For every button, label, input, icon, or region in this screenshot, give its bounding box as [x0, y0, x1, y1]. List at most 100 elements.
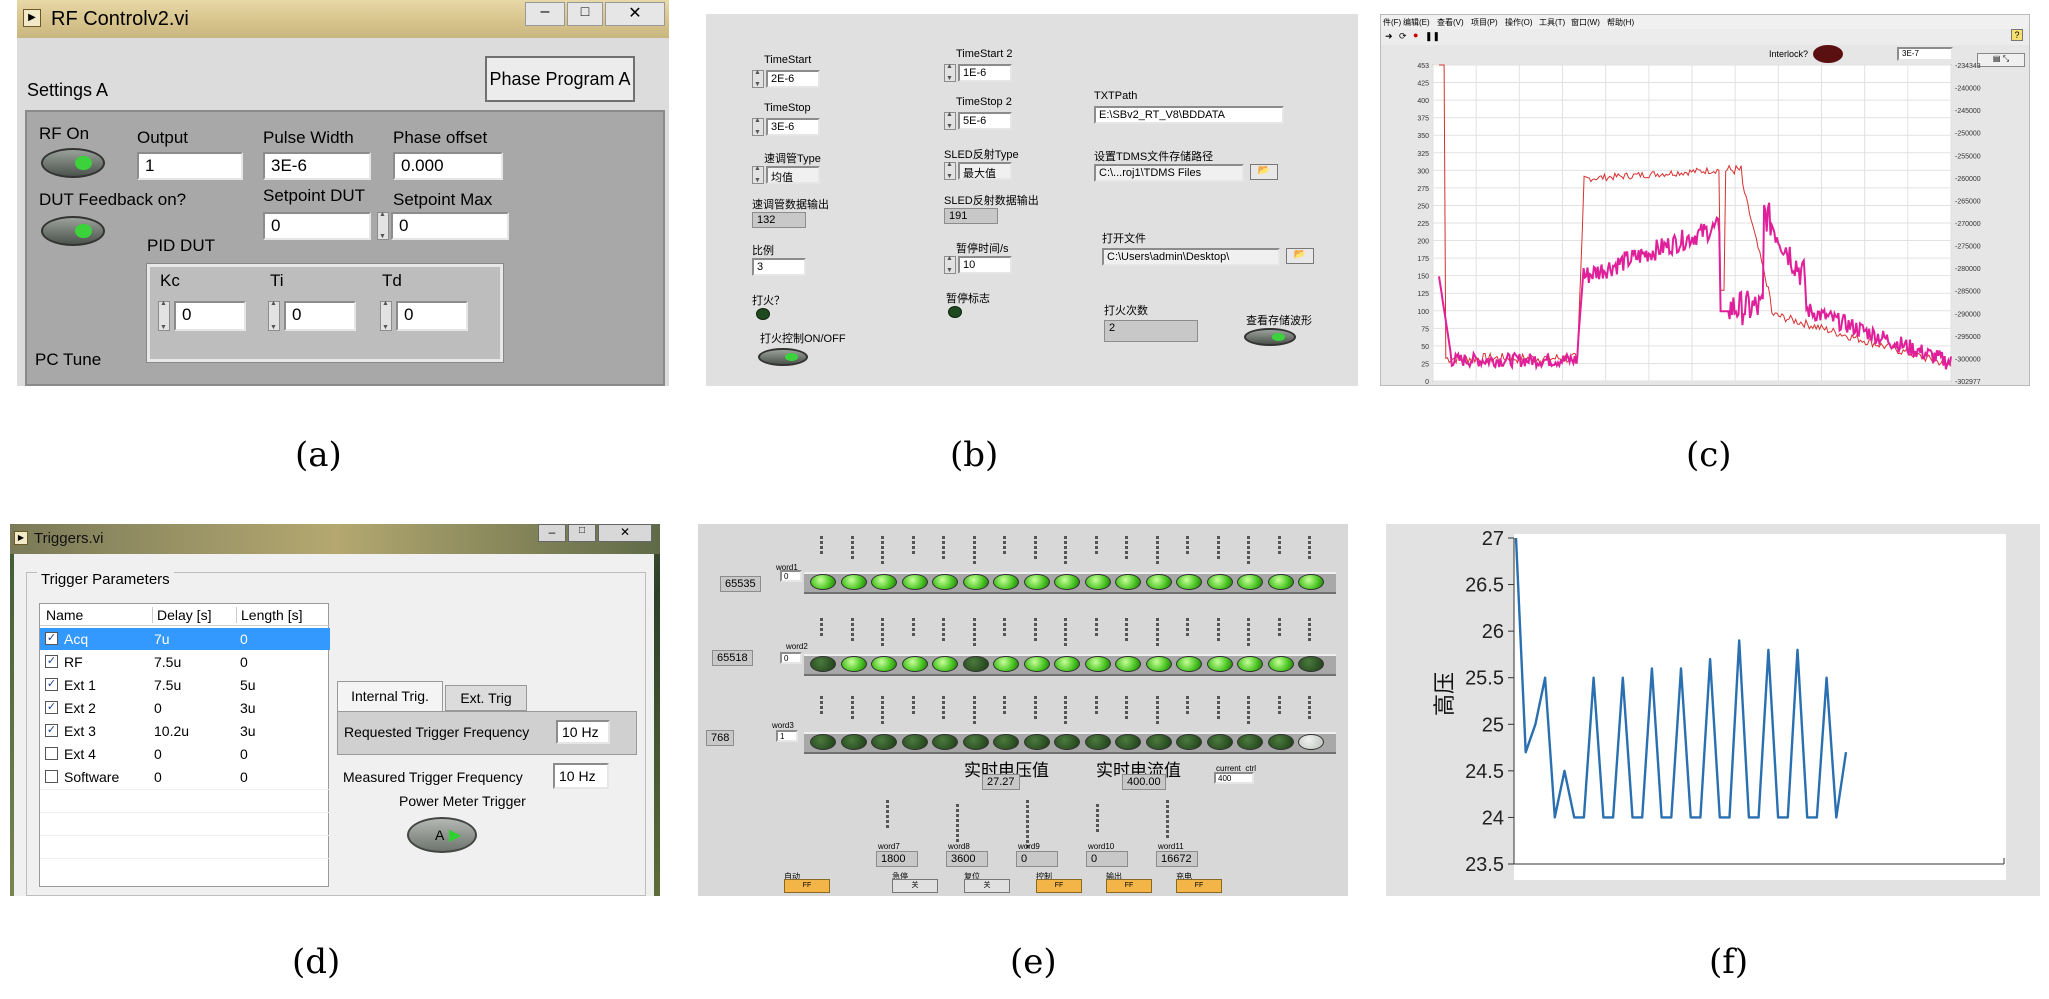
led-caption-strip	[1125, 536, 1128, 560]
header-delay[interactable]: Delay [s]	[152, 607, 211, 623]
setpoint-max-field[interactable]: 0	[391, 212, 509, 240]
led-caption-strip	[1155, 536, 1159, 566]
led-caption-strip	[1003, 536, 1006, 554]
klystron-type-label: 速调管Type	[764, 153, 821, 165]
ratio-field[interactable]: 3	[752, 258, 806, 276]
word3-field[interactable]: 1	[776, 730, 798, 742]
fire-control-switch[interactable]	[758, 348, 808, 366]
ratio-label: 比例	[752, 245, 774, 257]
control-button[interactable]: FF	[784, 879, 830, 893]
pulse-analysis-panel: TimeStart 2E-6 TimeStop 3E-6 速调管Type 均值 …	[706, 14, 1358, 386]
time-stop2-spinner[interactable]	[944, 111, 956, 130]
row-checkbox[interactable]: ✓	[45, 724, 58, 737]
klystron-type-field[interactable]: 均值	[766, 166, 820, 184]
table-row[interactable]: ✓ RF 7.5u 0	[40, 651, 330, 673]
header-name[interactable]: Name	[46, 607, 83, 623]
setpoint-dut-field[interactable]: 0	[263, 212, 371, 240]
word-caption-strip	[886, 800, 889, 830]
cell-name: Ext 4	[64, 746, 96, 762]
led-caption-strip	[1277, 618, 1281, 636]
sled-type-spinner[interactable]	[944, 161, 956, 180]
dut-feedback-switch[interactable]	[41, 216, 105, 246]
led-caption-strip	[1186, 618, 1189, 636]
pause-time-field[interactable]: 10	[958, 256, 1012, 274]
time-stop2-field[interactable]: 5E-6	[958, 112, 1012, 130]
sled-type-label: SLED反射Type	[944, 149, 1019, 161]
maximize-button[interactable]: □	[567, 2, 603, 26]
time-stop-spinner[interactable]	[752, 117, 764, 136]
td-spinner[interactable]	[380, 300, 392, 331]
word-value: 3600	[946, 851, 988, 867]
txt-path-field[interactable]: E:\SBv2_RT_V8\BDDATA	[1094, 106, 1284, 124]
rf-on-switch[interactable]	[41, 148, 105, 178]
row-checkbox[interactable]	[45, 747, 58, 760]
vi-icon: ▶	[14, 531, 28, 545]
phase-program-button[interactable]: Phase Program A	[485, 56, 635, 102]
caption-b: (b)	[950, 435, 999, 475]
table-row[interactable]: ✓ Acq 7u 0	[40, 628, 330, 650]
close-button[interactable]: ✕	[605, 2, 665, 26]
tdms-browse-icon[interactable]: 📂	[1250, 164, 1278, 180]
control-button[interactable]: FF	[1176, 879, 1222, 893]
table-row[interactable]: Ext 4 0 0	[40, 743, 330, 765]
close-button[interactable]: ✕	[598, 524, 652, 542]
led-caption-strip	[1216, 536, 1220, 560]
power-meter-button[interactable]: A ▶	[407, 817, 477, 853]
time-stop-field[interactable]: 3E-6	[766, 118, 820, 136]
klystron-type-spinner[interactable]	[752, 165, 764, 184]
status-led	[1267, 574, 1294, 590]
time-start2-field[interactable]: 1E-6	[958, 64, 1012, 82]
control-button[interactable]: FF	[1106, 879, 1152, 893]
minimize-button[interactable]: –	[525, 2, 565, 26]
row-checkbox[interactable]: ✓	[45, 701, 58, 714]
tab-internal-trig[interactable]: Internal Trig.	[337, 681, 443, 711]
control-button[interactable]: 关	[964, 879, 1010, 893]
tab-ext-trig[interactable]: Ext. Trig	[445, 685, 527, 711]
open-file-browse-icon[interactable]: 📂	[1286, 248, 1314, 264]
row-checkbox[interactable]: ✓	[45, 655, 58, 668]
time-start-spinner[interactable]	[752, 69, 764, 88]
row-checkbox[interactable]: ✓	[45, 632, 58, 645]
word2-field[interactable]: 0	[780, 652, 802, 664]
minimize-button[interactable]: –	[538, 524, 566, 542]
setpoint-max-spinner[interactable]	[377, 211, 389, 240]
pause-time-spinner[interactable]	[944, 255, 956, 274]
row-checkbox[interactable]: ✓	[45, 678, 58, 691]
kc-field[interactable]: 0	[174, 301, 246, 331]
open-file-field[interactable]: C:\Users\admin\Desktop\	[1102, 248, 1280, 266]
control-button[interactable]: 关	[892, 879, 938, 893]
rf-control-window: ▶ RF Controlv2.vi – □ ✕ Settings A Phase…	[17, 0, 669, 386]
td-field[interactable]: 0	[396, 301, 468, 331]
kc-spinner[interactable]	[158, 300, 170, 331]
led-caption-strip	[942, 696, 945, 720]
window-title: Triggers.vi	[34, 530, 104, 547]
tdms-path-field[interactable]: C:\...roj1\TDMS Files	[1094, 164, 1244, 182]
led-caption-strip	[1094, 618, 1098, 636]
time-start-field[interactable]: 2E-6	[766, 70, 820, 88]
table-row[interactable]: Software 0 0	[40, 766, 330, 788]
table-row[interactable]: ✓ Ext 2 0 3u	[40, 697, 330, 719]
sled-type-field[interactable]: 最大值	[958, 162, 1012, 180]
requested-frequency-field[interactable]: 10 Hz	[556, 720, 610, 744]
output-field[interactable]: 1	[137, 152, 243, 180]
status-led	[1298, 734, 1324, 750]
time-start2-spinner[interactable]	[944, 63, 956, 82]
y-tick-label: 26.5	[1465, 575, 1504, 597]
led-caption-strip	[881, 696, 884, 726]
led-caption-strip	[911, 536, 915, 554]
current-ctrl-field[interactable]: 400	[1214, 772, 1254, 784]
row-checkbox[interactable]	[45, 770, 58, 783]
word2-label: word2	[786, 642, 808, 651]
word-label: word7	[878, 842, 900, 851]
ti-spinner[interactable]	[268, 300, 280, 331]
phase-offset-field[interactable]: 0.000	[393, 152, 503, 180]
table-row[interactable]: ✓ Ext 1 7.5u 5u	[40, 674, 330, 696]
control-button[interactable]: FF	[1036, 879, 1082, 893]
view-wave-switch[interactable]	[1244, 328, 1296, 346]
header-length[interactable]: Length [s]	[236, 607, 303, 623]
word1-field[interactable]: 0	[780, 570, 802, 582]
pulse-width-field[interactable]: 3E-6	[263, 152, 371, 180]
maximize-button[interactable]: □	[568, 524, 596, 542]
table-row[interactable]: ✓ Ext 3 10.2u 3u	[40, 720, 330, 742]
ti-field[interactable]: 0	[284, 301, 356, 331]
